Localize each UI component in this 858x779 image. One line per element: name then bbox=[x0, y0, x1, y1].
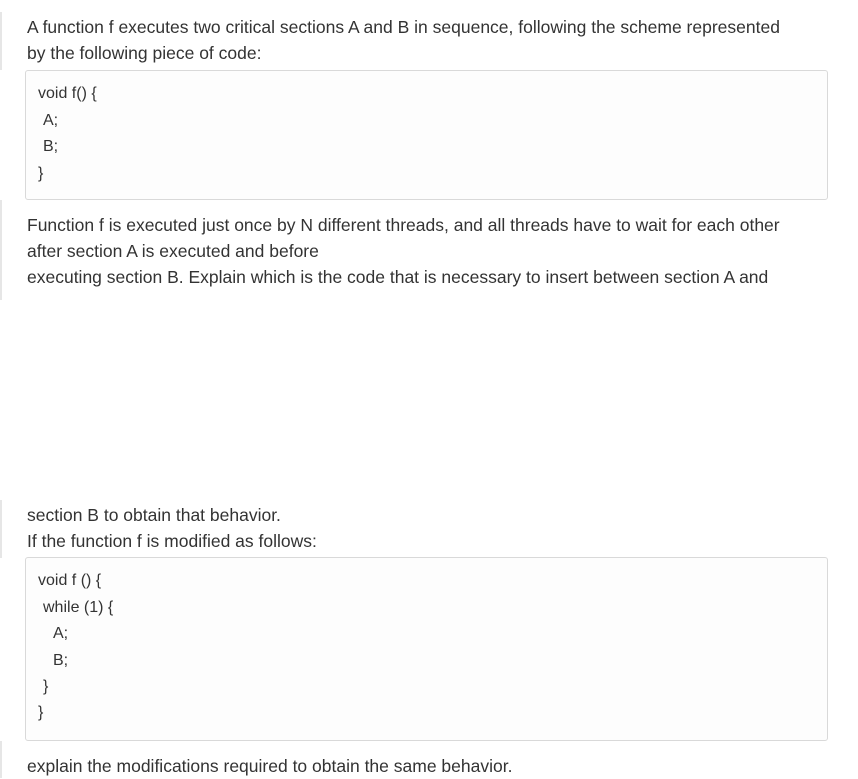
code-block-2: void f () { while (1) { A; B; } } bbox=[25, 557, 828, 741]
code-block-1: void f() { A; B; } bbox=[25, 70, 828, 200]
continuation-line-2: If the function f is modified as follows… bbox=[27, 531, 317, 551]
code1-line-3: B; bbox=[43, 138, 59, 155]
code1-line-1: void f() { bbox=[38, 85, 97, 102]
continuation-line-1: section B to obtain that behavior. bbox=[27, 505, 281, 525]
intro-paragraph: A function f executes two critical secti… bbox=[0, 12, 830, 70]
closing-paragraph: explain the modifications required to ob… bbox=[0, 741, 830, 778]
code2-line-5: } bbox=[43, 678, 49, 695]
code2-line-6: } bbox=[38, 704, 44, 721]
description-line-1: Function f is executed just once by N di… bbox=[27, 215, 780, 235]
description-line-3: executing section B. Explain which is th… bbox=[27, 267, 769, 287]
code2-line-1: void f () { bbox=[38, 572, 102, 589]
description-paragraph: Function f is executed just once by N di… bbox=[0, 200, 830, 300]
continuation-paragraph: section B to obtain that behavior. If th… bbox=[0, 500, 830, 558]
code2-line-4: B; bbox=[53, 652, 69, 669]
code1-line-4: } bbox=[38, 165, 44, 182]
closing-line-1: explain the modifications required to ob… bbox=[27, 756, 513, 776]
code1-line-2: A; bbox=[43, 112, 59, 129]
intro-line-1: A function f executes two critical secti… bbox=[27, 17, 780, 37]
intro-line-2: by the following piece of code: bbox=[27, 43, 262, 63]
code2-line-2: while (1) { bbox=[43, 599, 114, 616]
description-line-2: after section A is executed and before bbox=[27, 241, 319, 261]
code2-line-3: A; bbox=[53, 625, 69, 642]
